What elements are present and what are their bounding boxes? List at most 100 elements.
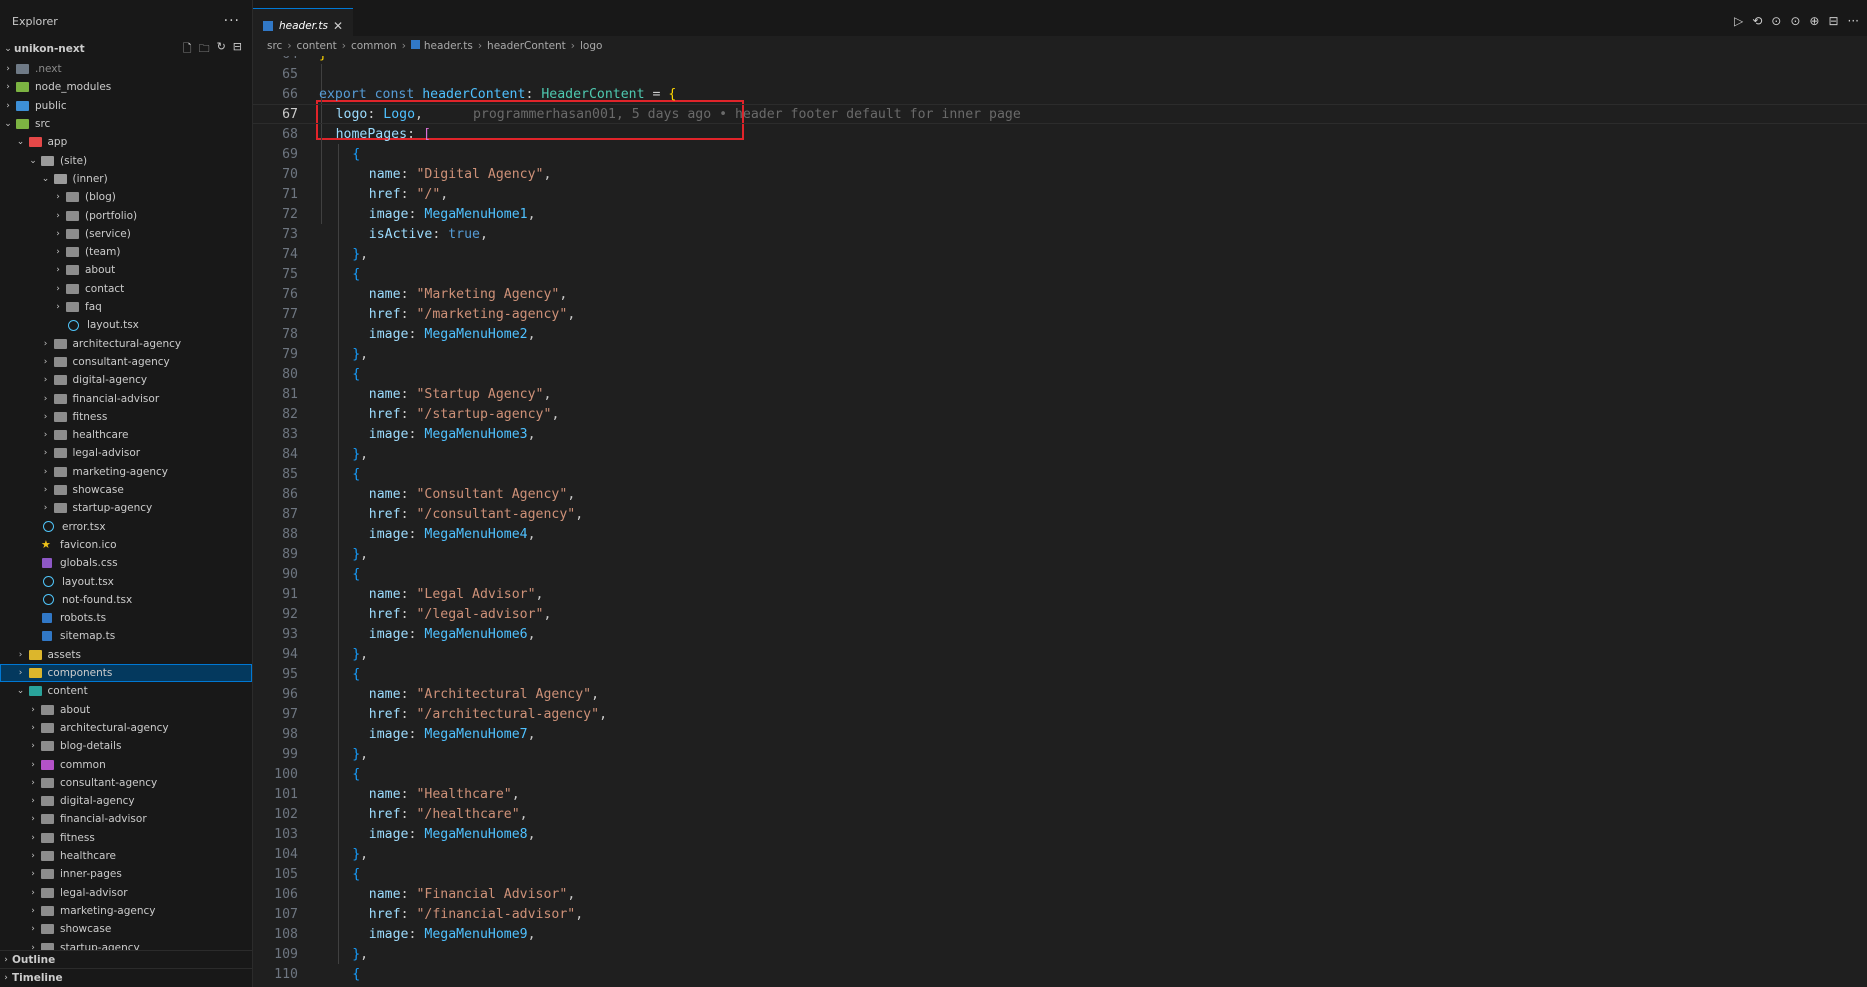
code-line[interactable]: 95 { xyxy=(253,664,360,684)
tree-item[interactable]: › blog-details xyxy=(0,737,252,755)
git-compare-icon[interactable]: ⊙ xyxy=(1790,14,1800,28)
tree-item[interactable]: ⌄ (inner) xyxy=(0,170,252,188)
code-line[interactable]: 82 href: "/startup-agency", xyxy=(253,404,559,424)
tree-item[interactable]: › fitness xyxy=(0,829,252,847)
more-actions-icon[interactable]: ··· xyxy=(1848,14,1859,28)
tree-item[interactable]: › legal-advisor xyxy=(0,884,252,902)
tree-item[interactable]: ⌄ (site) xyxy=(0,152,252,170)
tree-item[interactable]: sitemap.ts xyxy=(0,627,252,645)
workspace-root[interactable]: ⌄ unikon-next 🗋 🗀 ↻ ⊟ xyxy=(0,40,252,58)
tree-item[interactable]: › marketing-agency xyxy=(0,902,252,920)
code-line[interactable]: 77 href: "/marketing-agency", xyxy=(253,304,575,324)
code-line[interactable]: 89}, xyxy=(253,544,368,564)
code-line[interactable]: 110 { xyxy=(253,964,360,984)
code-line[interactable]: 94}, xyxy=(253,644,368,664)
code-line[interactable]: 96 name: "Architectural Agency", xyxy=(253,684,599,704)
code-editor[interactable]: 64} 65 66 export const headerContent: Heade… xyxy=(253,56,1867,987)
code-line[interactable]: 67 logo: Logo, programmerhasan001, 5 days … xyxy=(253,104,1021,124)
tree-item[interactable]: › (service) xyxy=(0,225,252,243)
refresh-icon[interactable]: ↻ xyxy=(217,40,226,59)
tree-item[interactable]: layout.tsx xyxy=(0,316,252,334)
close-icon[interactable]: ✕ xyxy=(333,19,343,33)
tree-item[interactable]: layout.tsx xyxy=(0,572,252,590)
code-line[interactable]: 81 name: "Startup Agency", xyxy=(253,384,551,404)
tree-item[interactable]: › consultant-agency xyxy=(0,774,252,792)
tree-item[interactable]: › node_modules xyxy=(0,78,252,96)
code-line[interactable]: 75 { xyxy=(253,264,360,284)
run-icon[interactable]: ▷ xyxy=(1734,14,1743,28)
tree-item[interactable]: › .next xyxy=(0,60,252,78)
tree-item[interactable]: › architectural-agency xyxy=(0,719,252,737)
breadcrumb-item[interactable]: src xyxy=(267,40,282,52)
tree-item[interactable]: › startup-agency xyxy=(0,499,252,517)
code-line[interactable]: 79}, xyxy=(253,344,368,364)
tree-item[interactable]: ★ favicon.ico xyxy=(0,536,252,554)
code-line[interactable]: 91 name: "Legal Advisor", xyxy=(253,584,543,604)
code-line[interactable]: 92 href: "/legal-advisor", xyxy=(253,604,551,624)
split-editor-icon[interactable]: ⊟ xyxy=(1828,14,1838,28)
tree-item[interactable]: › (blog) xyxy=(0,188,252,206)
git-graph-icon[interactable]: ⊕ xyxy=(1809,14,1819,28)
tree-item[interactable]: › faq xyxy=(0,298,252,316)
code-line[interactable]: 107 href: "/financial-advisor", xyxy=(253,904,583,924)
go-back-icon[interactable]: ⟲ xyxy=(1752,14,1762,28)
code-line[interactable]: 101 name: "Healthcare", xyxy=(253,784,520,804)
code-line[interactable]: 66 export const headerContent: HeaderCont… xyxy=(253,84,676,104)
code-line[interactable]: 109}, xyxy=(253,944,368,964)
code-line[interactable]: 90 { xyxy=(253,564,360,584)
breadcrumb-item[interactable]: content xyxy=(297,40,337,52)
outline-section[interactable]: › Outline xyxy=(0,950,252,969)
code-line[interactable]: 98 image: MegaMenuHome7, xyxy=(253,724,535,744)
code-line[interactable]: 88 image: MegaMenuHome4, xyxy=(253,524,535,544)
tree-item[interactable]: › components xyxy=(0,663,252,683)
tree-item[interactable]: › architectural-agency xyxy=(0,335,252,353)
timeline-section[interactable]: › Timeline xyxy=(0,968,252,987)
tree-item[interactable]: › financial-advisor xyxy=(0,389,252,407)
code-line[interactable]: 83 image: MegaMenuHome3, xyxy=(253,424,535,444)
tree-item[interactable]: › healthcare xyxy=(0,426,252,444)
code-line[interactable]: 102 href: "/healthcare", xyxy=(253,804,527,824)
code-line[interactable]: 104}, xyxy=(253,844,368,864)
code-line[interactable]: 85 { xyxy=(253,464,360,484)
tree-item[interactable]: › inner-pages xyxy=(0,865,252,883)
tree-item[interactable]: › consultant-agency xyxy=(0,353,252,371)
tree-item[interactable]: › (portfolio) xyxy=(0,206,252,224)
tree-item[interactable]: › about xyxy=(0,701,252,719)
breadcrumb-item[interactable]: common xyxy=(351,40,397,52)
code-line[interactable]: 64} xyxy=(253,56,327,64)
code-line[interactable]: 73 isActive: true, xyxy=(253,224,488,244)
code-line[interactable]: 84}, xyxy=(253,444,368,464)
new-file-icon[interactable]: 🗋 xyxy=(183,40,192,59)
more-actions-icon[interactable]: ··· xyxy=(224,13,240,29)
tree-item[interactable]: ⌄ content xyxy=(0,682,252,700)
tree-item[interactable]: › assets xyxy=(0,646,252,664)
tree-item[interactable]: › digital-agency xyxy=(0,792,252,810)
code-line[interactable]: 65 xyxy=(253,64,298,84)
code-line[interactable]: 108 image: MegaMenuHome9, xyxy=(253,924,535,944)
code-line[interactable]: 69 { xyxy=(253,144,360,164)
tree-item[interactable]: ⌄ src xyxy=(0,115,252,133)
tree-item[interactable]: › financial-advisor xyxy=(0,810,252,828)
tree-item[interactable]: › contact xyxy=(0,280,252,298)
code-line[interactable]: 99}, xyxy=(253,744,368,764)
tree-item[interactable]: ⌄ app xyxy=(0,133,252,151)
tree-item[interactable]: error.tsx xyxy=(0,518,252,536)
tree-item[interactable]: › public xyxy=(0,97,252,115)
tree-item[interactable]: › legal-advisor xyxy=(0,444,252,462)
code-line[interactable]: 76 name: "Marketing Agency", xyxy=(253,284,567,304)
code-line[interactable]: 68 homePages: [ xyxy=(253,124,431,144)
new-folder-icon[interactable]: 🗀 xyxy=(199,40,210,59)
breadcrumb-item[interactable]: logo xyxy=(580,40,602,52)
code-line[interactable]: 74}, xyxy=(253,244,368,264)
tree-item[interactable]: › showcase xyxy=(0,481,252,499)
tree-item[interactable]: › about xyxy=(0,261,252,279)
code-line[interactable]: 70 name: "Digital Agency", xyxy=(253,164,551,184)
code-line[interactable]: 103 image: MegaMenuHome8, xyxy=(253,824,535,844)
breadcrumb-item[interactable]: header.ts xyxy=(410,40,473,52)
code-line[interactable]: 80 { xyxy=(253,364,360,384)
code-line[interactable]: 106 name: "Financial Advisor", xyxy=(253,884,575,904)
code-line[interactable]: 87 href: "/consultant-agency", xyxy=(253,504,583,524)
tree-item[interactable]: › showcase xyxy=(0,920,252,938)
tree-item[interactable]: globals.css xyxy=(0,554,252,572)
code-line[interactable]: 93 image: MegaMenuHome6, xyxy=(253,624,535,644)
